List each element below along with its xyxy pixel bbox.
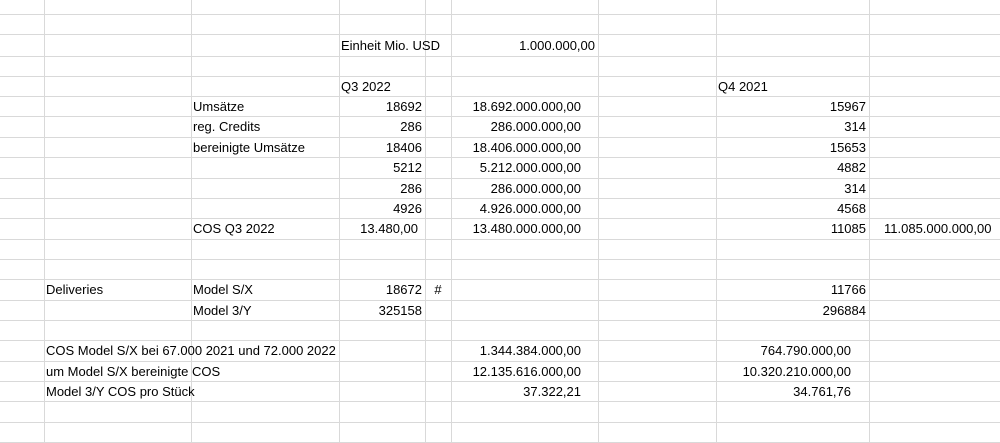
row10-q3-usd-cell[interactable]: 4.926.000.000,00 — [451, 199, 584, 219]
overflow-marker-cell[interactable]: # — [425, 280, 451, 300]
row8-q3-cell[interactable]: 5212 — [339, 158, 425, 178]
cos-pro-stueck-q3-cell[interactable]: 37.322,21 — [451, 382, 584, 402]
cos-pro-stueck-q4-cell[interactable]: 34.761,76 — [716, 382, 854, 402]
row8-q4-cell[interactable]: 4882 — [716, 158, 869, 178]
credits-q3-usd-cell[interactable]: 286.000.000,00 — [451, 117, 584, 137]
model-3y-label-cell[interactable]: Model 3/Y — [191, 301, 339, 321]
q4-2021-header-cell[interactable]: Q4 2021 — [716, 77, 866, 97]
row-divider — [0, 422, 1000, 423]
cos-q4-value-cell[interactable]: 11085 — [716, 219, 869, 239]
bereinigte-cos-label-cell[interactable]: um Model S/X bereinigte COS — [44, 362, 444, 382]
umsaetze-q4-cell[interactable]: 15967 — [716, 97, 869, 117]
row-divider — [0, 14, 1000, 15]
row9-q3-cell[interactable]: 286 — [339, 179, 425, 199]
row-divider — [0, 239, 1000, 240]
row10-q4-cell[interactable]: 4568 — [716, 199, 869, 219]
row8-q3-usd-cell[interactable]: 5.212.000.000,00 — [451, 158, 584, 178]
credits-q4-cell[interactable]: 314 — [716, 117, 869, 137]
umsaetze-q3-usd-cell[interactable]: 18.692.000.000,00 — [451, 97, 584, 117]
bereinigte-cos-q3-cell[interactable]: 12.135.616.000,00 — [451, 362, 584, 382]
umsaetze-q3-cell[interactable]: 18692 — [339, 97, 425, 117]
cos-model-sx-q4-cell[interactable]: 764.790.000,00 — [716, 341, 854, 361]
cos-q3-usd-cell[interactable]: 13.480.000.000,00 — [451, 219, 584, 239]
model-sx-q3-cell[interactable]: 18672 — [339, 280, 425, 300]
deliveries-label-cell[interactable]: Deliveries — [44, 280, 191, 300]
row-divider — [0, 34, 1000, 35]
einheit-value-cell[interactable]: 1.000.000,00 — [451, 36, 598, 56]
credits-label-cell[interactable]: reg. Credits — [191, 117, 339, 137]
row9-q3-usd-cell[interactable]: 286.000.000,00 — [451, 179, 584, 199]
cos-model-sx-label-cell[interactable]: COS Model S/X bei 67.000 2021 und 72.000… — [44, 341, 444, 361]
bereinigte-umsaetze-label-cell[interactable]: bereinigte Umsätze — [191, 138, 339, 158]
umsaetze-label-cell[interactable]: Umsätze — [191, 97, 339, 117]
column-divider — [598, 0, 599, 443]
bereinigte-umsaetze-q3-usd-cell[interactable]: 18.406.000.000,00 — [451, 138, 584, 158]
model-3y-q4-cell[interactable]: 296884 — [716, 301, 869, 321]
row-divider — [0, 259, 1000, 260]
model-sx-q4-cell[interactable]: 11766 — [716, 280, 869, 300]
row-divider — [0, 56, 1000, 57]
cos-pro-stueck-label-cell[interactable]: Model 3/Y COS pro Stück — [44, 382, 444, 402]
credits-q3-cell[interactable]: 286 — [339, 117, 425, 137]
bereinigte-umsaetze-q3-cell[interactable]: 18406 — [339, 138, 425, 158]
cos-model-sx-q3-cell[interactable]: 1.344.384.000,00 — [451, 341, 584, 361]
row10-q3-cell[interactable]: 4926 — [339, 199, 425, 219]
model-3y-q3-cell[interactable]: 325158 — [339, 301, 425, 321]
cos-q3-label-cell[interactable]: COS Q3 2022 — [191, 219, 339, 239]
row9-q4-cell[interactable]: 314 — [716, 179, 869, 199]
model-sx-label-cell[interactable]: Model S/X — [191, 280, 339, 300]
cos-q4-usd-cell[interactable]: 11.085.000.000,00 — [869, 219, 1000, 239]
bereinigte-umsaetze-q4-cell[interactable]: 15653 — [716, 138, 869, 158]
q3-2022-header-cell[interactable]: Q3 2022 — [339, 77, 425, 97]
cos-q3-value-cell[interactable]: 13.480,00 — [339, 219, 425, 239]
bereinigte-cos-q4-cell[interactable]: 10.320.210.000,00 — [716, 362, 854, 382]
einheit-label-cell[interactable]: Einheit Mio. USD — [339, 36, 454, 56]
spreadsheet-grid[interactable]: Einheit Mio. USD 1.000.000,00 Q3 2022 Q4… — [0, 0, 1000, 443]
